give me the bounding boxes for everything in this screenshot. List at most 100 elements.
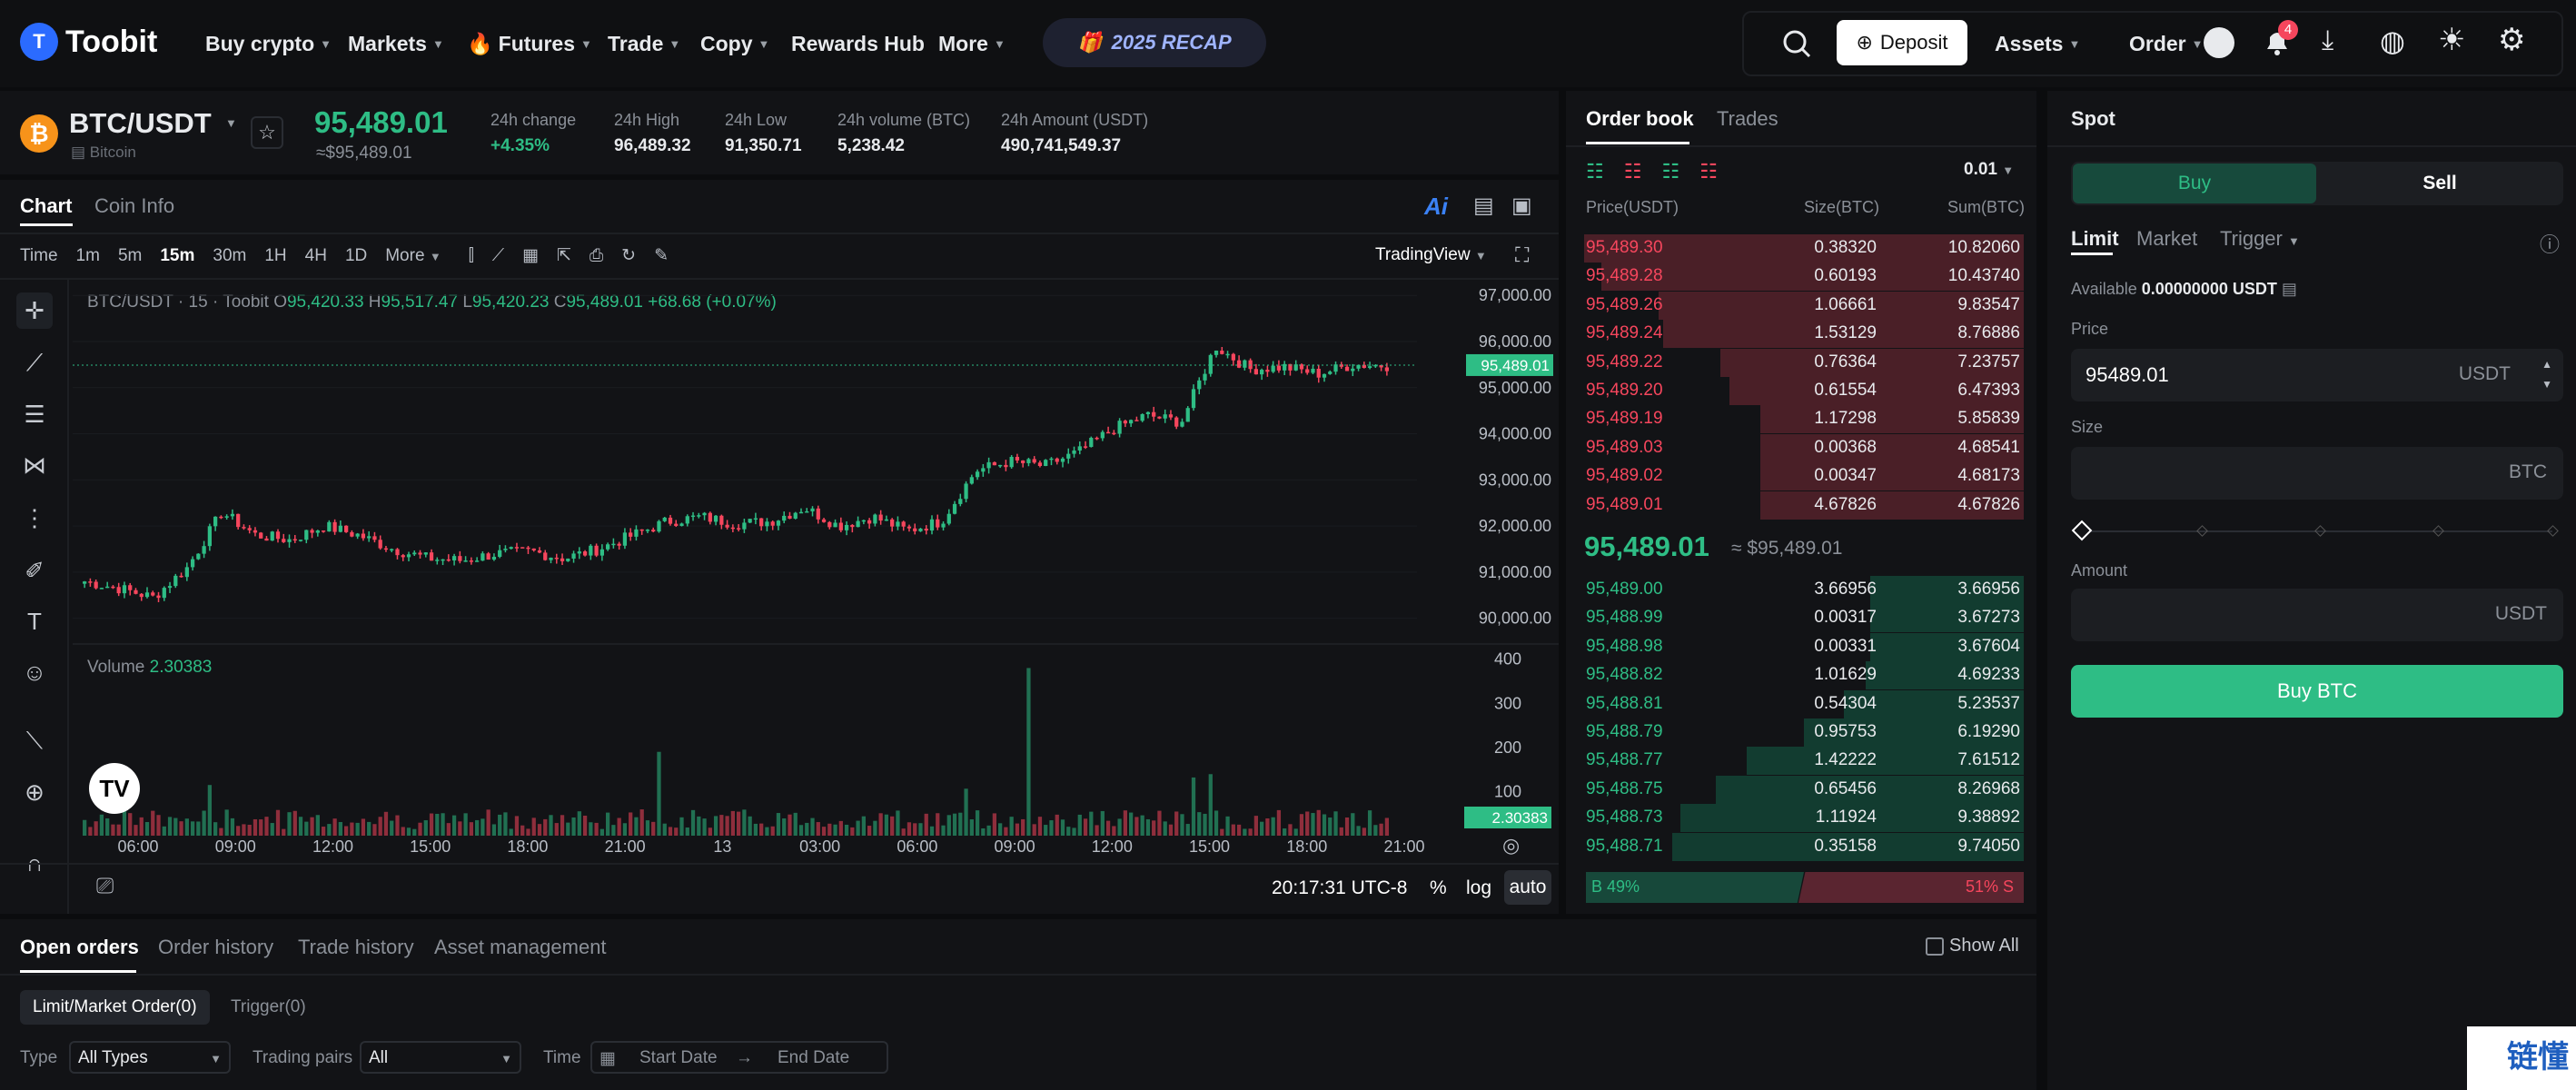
layout-icon[interactable]: ▣ — [1511, 193, 1532, 219]
tradingview-logo[interactable]: TV — [89, 763, 140, 814]
brand-logo[interactable]: T Toobit — [20, 22, 157, 62]
transfer-icon[interactable]: ▤ — [2282, 280, 2297, 298]
fullscreen-icon[interactable]: ⛶ — [1515, 243, 1529, 267]
grid-layout-icon[interactable]: ▦ — [522, 245, 539, 266]
ask-row[interactable]: 95,489.03 0.00368 4.68541 — [1584, 433, 2024, 462]
zoom-in-icon[interactable]: ⊕ — [16, 774, 53, 810]
interval-1h[interactable]: 1H — [264, 246, 286, 266]
text-icon[interactable]: T — [16, 603, 53, 639]
ask-row[interactable]: 95,489.22 0.76364 7.23757 — [1584, 348, 2024, 377]
crosshair-icon[interactable]: ✛ — [16, 292, 53, 329]
ask-row[interactable]: 95,489.02 0.00347 4.68173 — [1584, 462, 2024, 491]
tradingview-select[interactable]: TradingView ▼ — [1375, 245, 1487, 265]
view-both-icon[interactable]: ☷ — [1586, 160, 1604, 183]
bid-row[interactable]: 95,488.99 0.00317 3.67273 — [1584, 604, 2024, 633]
show-all-checkbox[interactable] — [1926, 937, 1944, 956]
ask-row[interactable]: 95,489.20 0.61554 6.47393 — [1584, 377, 2024, 405]
share-icon[interactable]: ⇱ — [557, 245, 571, 266]
notes-icon[interactable]: ▤ — [1473, 193, 1494, 219]
ask-row[interactable]: 95,489.01 4.67826 4.67826 — [1584, 490, 2024, 520]
order-menu[interactable]: Order ▼ — [2129, 24, 2204, 64]
gear-icon[interactable]: ⚙ — [2498, 22, 2525, 58]
interval-15m[interactable]: 15m — [160, 246, 194, 266]
log-scale-toggle[interactable]: log — [1466, 877, 1491, 899]
view-split-icon[interactable]: ☷ — [1699, 160, 1718, 183]
bid-row[interactable]: 95,488.98 0.00331 3.67604 — [1584, 632, 2024, 661]
nav-more[interactable]: More ▼ — [938, 24, 1006, 64]
calendar-goto-icon[interactable]: ⎚ — [96, 874, 114, 899]
nav-markets[interactable]: Markets ▼ — [348, 24, 444, 64]
bid-row[interactable]: 95,488.79 0.95753 6.19290 — [1584, 718, 2024, 747]
nav-futures[interactable]: 🔥 Futures ▼ — [467, 24, 592, 64]
nav-buy-crypto[interactable]: Buy crypto ▼ — [205, 24, 332, 64]
end-date-placeholder[interactable]: End Date — [778, 1048, 849, 1068]
pair-name[interactable]: BTC/USDT — [69, 107, 212, 140]
indicator-icon[interactable]: ⟋ — [492, 246, 504, 266]
interval-time[interactable]: Time — [20, 246, 58, 266]
clock-readout[interactable]: 20:17:31 UTC-8 — [1272, 877, 1407, 899]
trendline-icon[interactable]: ⟋ — [16, 345, 53, 382]
settings-small-icon[interactable]: ◎ — [1502, 834, 1520, 857]
type-filter-select[interactable]: All Types ▼ — [69, 1041, 231, 1074]
auto-scale-toggle[interactable]: auto — [1504, 870, 1551, 905]
refresh-icon[interactable]: ↻ — [621, 245, 636, 266]
assets-menu[interactable]: Assets ▼ — [1995, 24, 2080, 64]
interval-5m[interactable]: 5m — [118, 246, 142, 266]
bid-row[interactable]: 95,488.82 1.01629 4.69233 — [1584, 661, 2024, 690]
amount-input[interactable]: USDT — [2071, 589, 2563, 641]
emoji-icon[interactable]: ☺ — [16, 654, 53, 690]
sell-tab[interactable]: Sell — [2318, 164, 2561, 203]
bid-row[interactable]: 95,488.73 1.11924 9.38892 — [1584, 804, 2024, 833]
brush-icon[interactable]: ✐ — [16, 552, 53, 589]
deposit-button[interactable]: ⊕ Deposit — [1837, 20, 1967, 65]
buy-tab[interactable]: Buy — [2073, 164, 2316, 203]
ai-icon[interactable]: Ai — [1424, 193, 1448, 221]
interval-more[interactable]: More ▼ — [385, 246, 441, 266]
price-stepper[interactable]: ▲ ▼ — [2541, 354, 2552, 394]
theme-sun-icon[interactable]: ☀ — [2438, 22, 2465, 58]
recap-banner[interactable]: 🎁 2025 RECAP — [1043, 18, 1266, 67]
nav-copy[interactable]: Copy ▼ — [700, 24, 769, 64]
tab-open-orders[interactable]: Open orders — [20, 936, 139, 959]
pairs-filter-select[interactable]: All ▼ — [360, 1041, 521, 1074]
bid-row[interactable]: 95,489.00 3.66956 3.66956 — [1584, 576, 2024, 604]
tab-trade-history[interactable]: Trade history — [298, 936, 414, 959]
view-asks-icon[interactable]: ☷ — [1624, 160, 1642, 183]
candle-type-icon[interactable]: ⫿ — [469, 246, 474, 266]
ask-row[interactable]: 95,489.24 1.53129 8.76886 — [1584, 320, 2024, 349]
bid-row[interactable]: 95,488.71 0.35158 9.74050 — [1584, 832, 2024, 861]
tab-order-book[interactable]: Order book — [1586, 107, 1694, 131]
bid-row[interactable]: 95,488.81 0.54304 5.23537 — [1584, 689, 2024, 718]
search-icon[interactable] — [1778, 25, 1815, 62]
star-favorite-icon[interactable]: ☆ — [251, 116, 283, 149]
size-input[interactable]: BTC — [2071, 447, 2563, 500]
screenshot-icon[interactable]: ⎙ — [590, 246, 603, 266]
ruler-icon[interactable]: ⟍ — [16, 723, 53, 759]
date-range-picker[interactable]: ▦ Start Date → End Date — [590, 1041, 888, 1074]
horizontal-lines-icon[interactable]: ☰ — [16, 396, 53, 432]
percent-scale-toggle[interactable]: % — [1430, 877, 1447, 899]
ask-row[interactable]: 95,489.30 0.38320 10.82060 — [1584, 234, 2024, 263]
globe-icon[interactable]: ◍ — [2380, 24, 2405, 58]
price-chart[interactable]: 97,000.00 96,000.00 95,000.00 94,000.00 93,0… — [73, 282, 1553, 641]
interval-4h[interactable]: 4H — [305, 246, 327, 266]
volume-chart[interactable]: 400 300 200 100 2.30383 — [73, 647, 1553, 836]
info-icon[interactable]: ⓘ — [2540, 229, 2560, 258]
precision-select[interactable]: 0.01 ▼ — [1964, 160, 2014, 180]
interval-1d[interactable]: 1D — [345, 246, 367, 266]
chevron-down-icon[interactable]: ▼ — [225, 116, 237, 130]
nav-rewards-hub[interactable]: Rewards Hub — [791, 24, 925, 64]
tab-order-history[interactable]: Order history — [158, 936, 273, 959]
bid-row[interactable]: 95,488.75 0.65456 8.26968 — [1584, 775, 2024, 804]
interval-30m[interactable]: 30m — [213, 246, 246, 266]
download-icon[interactable]: ⤓ — [2322, 25, 2333, 56]
tab-coin-info[interactable]: Coin Info — [94, 194, 174, 218]
tab-trades[interactable]: Trades — [1717, 107, 1778, 131]
pattern-icon[interactable]: ⋈ — [16, 447, 53, 483]
edit-icon[interactable]: ✎ — [654, 245, 669, 266]
nav-trade[interactable]: Trade ▼ — [608, 24, 680, 64]
order-type-market[interactable]: Market — [2136, 227, 2197, 251]
view-bids-icon[interactable]: ☷ — [1661, 160, 1679, 183]
ask-row[interactable]: 95,489.28 0.60193 10.43740 — [1584, 263, 2024, 292]
price-input[interactable]: 95489.01 USDT ▲ ▼ — [2071, 349, 2563, 401]
